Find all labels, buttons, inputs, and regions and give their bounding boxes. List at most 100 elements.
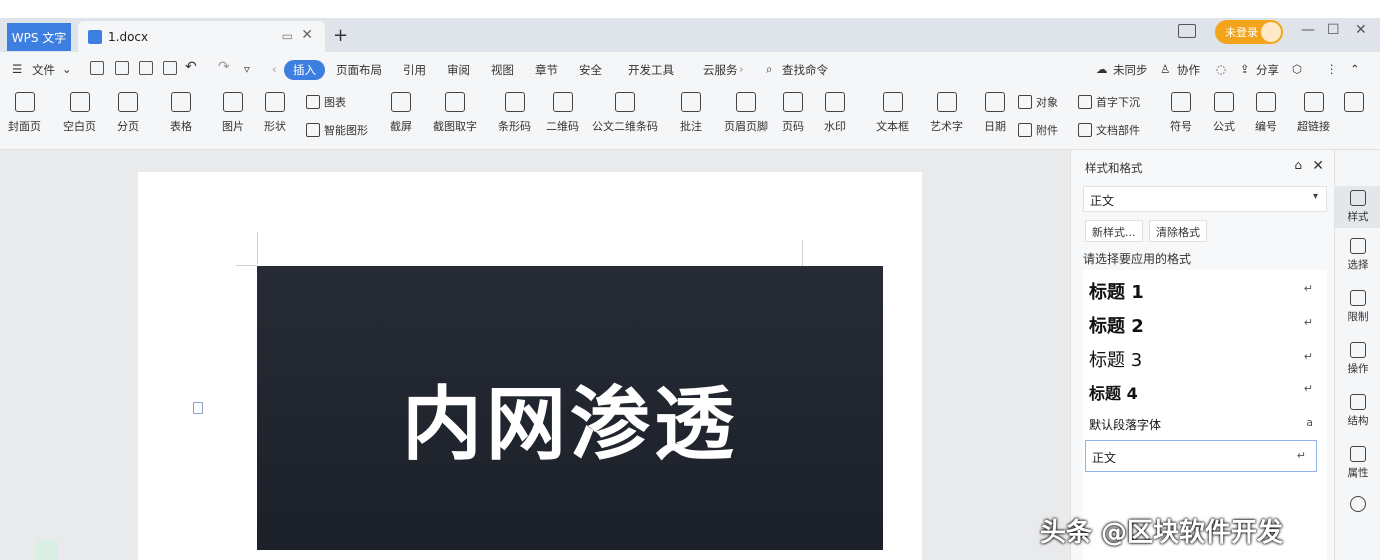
clear-format-button[interactable]: 清除格式	[1149, 220, 1207, 242]
search-icon: ⌕	[766, 62, 773, 76]
rail-select[interactable]: 选择	[1335, 238, 1380, 272]
ocr-capture-icon	[445, 92, 465, 112]
tab-security[interactable]: 安全	[579, 62, 602, 78]
tab-cloud-service[interactable]: 云服务	[703, 62, 738, 78]
rail-structure[interactable]: 结构	[1335, 394, 1380, 428]
command-search[interactable]: 查找命令	[782, 62, 828, 78]
tab-references[interactable]: 引用	[403, 62, 426, 78]
tab-view[interactable]: 视图	[491, 62, 514, 78]
new-tab-button[interactable]: +	[333, 25, 348, 46]
decorative-block	[36, 540, 58, 560]
tab-close-icon[interactable]: ✕	[301, 27, 313, 43]
link-icon	[1303, 92, 1324, 112]
panel-toggle-icon[interactable]	[1178, 24, 1196, 38]
banner-text: 内网渗透	[402, 378, 738, 471]
chevron-down-icon[interactable]: ⌄	[62, 62, 72, 76]
tab-pin-icon[interactable]: ▭	[282, 29, 293, 43]
rail-properties[interactable]: 属性	[1335, 446, 1380, 480]
settings-icon[interactable]: ⬡	[1292, 62, 1302, 76]
rail-history[interactable]	[1335, 496, 1380, 515]
hamburger-icon[interactable]: ☰	[12, 62, 22, 76]
ribbon-numbering[interactable]: 编号	[1255, 92, 1277, 134]
ribbon-header-footer[interactable]: 页眉页脚	[724, 92, 768, 134]
export-pdf-icon[interactable]	[115, 61, 129, 75]
share-button[interactable]: 分享	[1256, 62, 1279, 78]
ribbon-picture[interactable]: 图片	[222, 92, 244, 134]
ribbon-ocr-capture[interactable]: 截图取字	[433, 92, 477, 134]
omega-symbol-icon	[1171, 92, 1191, 112]
style-default-font[interactable]: 默认段落字体	[1089, 416, 1161, 433]
ribbon-more[interactable]	[1344, 92, 1364, 118]
collaborate-button[interactable]: 协作	[1177, 62, 1200, 78]
sync-status[interactable]: 未同步	[1113, 62, 1148, 78]
scroll-right-icon[interactable]: ›	[739, 62, 744, 76]
char-mark-icon: a	[1306, 416, 1313, 429]
login-button[interactable]: 未登录	[1215, 20, 1283, 44]
style-heading-2[interactable]: 标题 2	[1089, 312, 1144, 338]
style-heading-1[interactable]: 标题 1	[1089, 278, 1144, 304]
print-preview-icon[interactable]	[163, 61, 177, 75]
tab-page-layout[interactable]: 页面布局	[336, 62, 382, 78]
current-style-select[interactable]: 正文 ▾	[1083, 186, 1327, 212]
document-banner-image[interactable]: 内网渗透	[257, 266, 883, 550]
redo-icon[interactable]: ↷	[218, 59, 230, 75]
ribbon-symbol[interactable]: 符号	[1170, 92, 1192, 134]
watermark-text: 头条 @区块软件开发	[1040, 518, 1284, 548]
ribbon-doc-parts[interactable]: 文档部件	[1078, 122, 1140, 138]
ribbon-date[interactable]: 日期	[984, 92, 1006, 134]
tab-sections[interactable]: 章节	[535, 62, 558, 78]
styles-panel-title: 样式和格式	[1085, 161, 1143, 175]
menu-file[interactable]: 文件	[32, 62, 55, 78]
style-body-selected[interactable]: 正文 ↵	[1085, 440, 1317, 472]
ribbon-screenshot[interactable]: 截屏	[390, 92, 412, 134]
ribbon-page-break[interactable]: 分页	[117, 92, 139, 134]
scroll-left-icon[interactable]: ‹	[272, 62, 277, 76]
tab-developer[interactable]: 开发工具	[628, 62, 674, 78]
ribbon-drop-cap[interactable]: 首字下沉	[1078, 94, 1140, 110]
pin-icon[interactable]: ⌂	[1294, 158, 1302, 172]
more-icon[interactable]: ▿	[244, 62, 250, 76]
ribbon-smart-graphic[interactable]: 智能图形	[306, 122, 368, 138]
comment-icon[interactable]: ◌	[1216, 62, 1226, 76]
document-tab[interactable]: 1.docx ▭ ✕	[78, 21, 325, 52]
ribbon-formula[interactable]: 公式	[1213, 92, 1235, 134]
app-tab[interactable]: WPS 文字	[7, 23, 71, 51]
minimize-button[interactable]: —	[1301, 22, 1315, 38]
style-heading-3[interactable]: 标题 3	[1089, 346, 1142, 372]
ribbon-cover-page[interactable]: 封面页	[8, 92, 41, 134]
tab-review[interactable]: 审阅	[447, 62, 470, 78]
ribbon-hyperlink[interactable]: 超链接	[1297, 92, 1330, 134]
ribbon-wordart[interactable]: 艺术字	[930, 92, 963, 134]
restore-button[interactable]: ☐	[1327, 22, 1340, 38]
collapse-ribbon-icon[interactable]: ⌃	[1350, 62, 1360, 76]
ribbon-chart[interactable]: 图表	[306, 94, 346, 110]
anchor-icon[interactable]	[193, 402, 203, 414]
close-window-button[interactable]: ✕	[1355, 22, 1367, 38]
ribbon-textbox[interactable]: 文本框	[876, 92, 909, 134]
ribbon-comment[interactable]: 批注	[680, 92, 702, 134]
rail-styles[interactable]: 样式	[1335, 186, 1380, 228]
ribbon-barcode[interactable]: 条形码	[498, 92, 531, 134]
ribbon-blank-page[interactable]: 空白页	[63, 92, 96, 134]
title-bar: WPS 文字 1.docx ▭ ✕ + 未登录 — ☐ ✕	[0, 0, 1380, 52]
rail-operations[interactable]: 操作	[1335, 342, 1380, 376]
ribbon-attachment[interactable]: 附件	[1018, 122, 1058, 138]
new-style-button[interactable]: 新样式...	[1085, 220, 1143, 242]
save-icon[interactable]	[90, 61, 104, 75]
styles-panel: 样式和格式 ⌂ ✕ 正文 ▾ 新样式... 清除格式 请选择要应用的格式 标题 …	[1070, 150, 1334, 560]
ribbon-object[interactable]: 对象	[1018, 94, 1058, 110]
ribbon-watermark[interactable]: 水印	[824, 92, 846, 134]
rail-restrict[interactable]: 限制	[1335, 290, 1380, 324]
ribbon-page-number[interactable]: 页码	[782, 92, 804, 134]
ribbon-shape[interactable]: 形状	[264, 92, 286, 134]
style-heading-4[interactable]: 标题 4	[1089, 380, 1138, 404]
ribbon-qrcode[interactable]: 二维码	[546, 92, 579, 134]
undo-icon[interactable]: ↶	[185, 59, 197, 75]
more-options-icon[interactable]: ⋮	[1326, 62, 1338, 76]
calendar-icon	[985, 92, 1005, 112]
close-icon[interactable]: ✕	[1312, 158, 1324, 174]
ribbon-table[interactable]: 表格	[170, 92, 192, 134]
print-icon[interactable]	[139, 61, 153, 75]
ribbon-official-qrcode[interactable]: 公文二维条码	[592, 92, 658, 134]
tab-insert[interactable]: 插入	[284, 60, 325, 80]
